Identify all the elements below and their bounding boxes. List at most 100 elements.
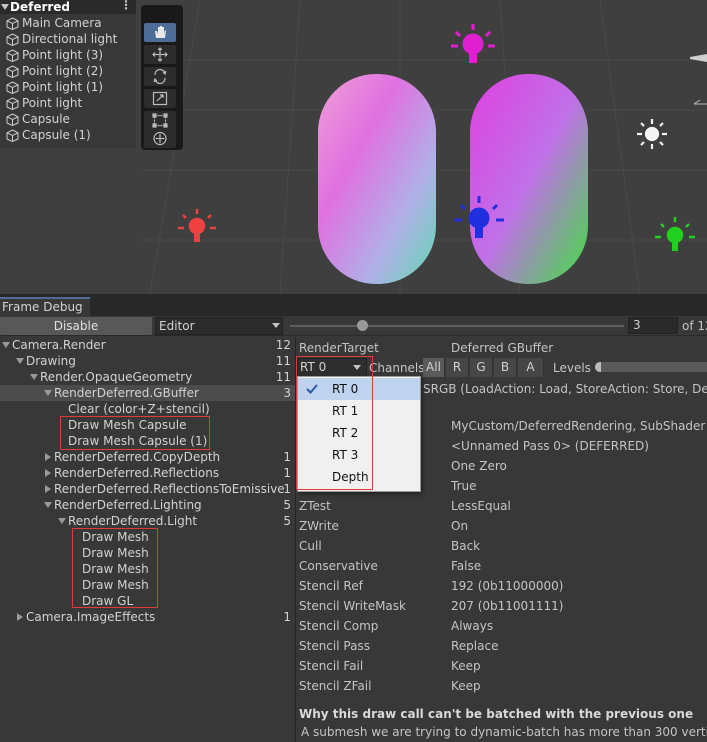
camera-icon[interactable] [686,50,707,66]
foldout-open-icon[interactable] [1,3,9,11]
property-label: Conservative [299,559,378,573]
capsule-left[interactable] [318,74,436,284]
frame-number-field[interactable]: 3 [628,317,678,334]
tree-row[interactable]: RenderDeferred.Light 5 [0,513,296,529]
hierarchy-item[interactable]: Directional light [0,31,136,47]
tree-row-label: RenderDeferred.GBuffer [54,386,199,400]
blend-value: One Zero [451,459,507,473]
hierarchy-item-label: Point light (1) [22,80,104,94]
hierarchy-item[interactable]: Capsule [0,111,136,127]
tree-row[interactable]: Camera.Render 12 [0,337,296,353]
tree-row[interactable]: RenderDeferred.ReflectionsToEmissive 1 [0,481,296,497]
frame-slider-track [290,325,624,327]
foldout-open-icon[interactable] [16,357,24,365]
tree-row[interactable]: Camera.ImageEffects 1 [0,609,296,625]
channel-a-button[interactable]: A [518,358,544,377]
tree-row-label: Camera.ImageEffects [26,610,156,624]
point-light-magenta-icon[interactable] [450,22,496,76]
property-value: Replace [451,639,499,653]
rotate-tool-button[interactable] [144,67,176,86]
property-value: Keep [451,679,481,693]
frame-slider-thumb[interactable] [357,320,368,331]
rect-tool-button[interactable] [144,111,176,130]
foldout-open-icon[interactable] [44,389,52,397]
scale-icon [152,91,168,106]
channel-all-button[interactable]: All [423,358,445,377]
tree-row[interactable]: Drawing 11 [0,353,296,369]
levels-slider[interactable] [595,362,707,372]
foldout-closed-icon[interactable] [16,613,24,621]
kebab-menu-icon[interactable]: ⋮ [120,0,132,12]
hierarchy-item[interactable]: Point light [0,95,136,111]
scale-tool-button[interactable] [144,89,176,108]
foldout-open-icon[interactable] [58,517,66,525]
hierarchy-item[interactable]: Point light (3) [0,47,136,63]
tree-row[interactable]: Clear (color+Z+stencil) [0,401,296,417]
scene-toolbar [141,5,183,150]
tree-row[interactable]: RenderDeferred.Lighting 5 [0,497,296,513]
hierarchy-item[interactable]: Main Camera [0,15,136,31]
render-target-label: RenderTarget [299,341,379,355]
gameobject-cube-icon [6,113,19,126]
foldout-open-icon[interactable] [30,373,38,381]
hierarchy-item-label: Point light (3) [22,48,104,62]
tree-row[interactable]: RenderDeferred.CopyDepth 1 [0,449,296,465]
hierarchy-item[interactable]: Capsule (1) [0,127,136,143]
tree-row-label: RenderDeferred.Light [68,514,198,528]
tree-row-count: 5 [283,498,291,512]
channel-g-button[interactable]: G [470,358,493,377]
tree-row-label: Camera.Render [12,338,106,352]
tab-frame-debug[interactable]: Frame Debug [0,297,90,316]
transform-tool-button[interactable] [144,129,176,148]
foldout-open-icon[interactable] [2,341,10,349]
channel-r-button[interactable]: R [446,358,469,377]
foldout-closed-icon[interactable] [44,469,52,477]
tree-row-count: 5 [283,514,291,528]
dropdown-arrow-icon [272,323,280,328]
levels-label: Levels [553,361,591,375]
point-light-blue-icon[interactable] [452,193,506,247]
point-light-green-icon[interactable] [652,214,698,260]
property-label: Cull [299,539,322,553]
hierarchy-header[interactable]: Deferred ⋮ [0,0,136,14]
hierarchy-item[interactable]: Point light (2) [0,63,136,79]
foldout-closed-icon[interactable] [44,485,52,493]
frame-slider[interactable] [290,319,624,333]
gameobject-cube-icon [6,17,19,30]
channels-label: Channels [369,361,425,375]
rotate-icon [153,69,167,84]
tree-row-count: 1 [283,610,291,624]
hierarchy-panel: Deferred ⋮ Main Camera Directional light P… [0,0,136,148]
foldout-closed-icon[interactable] [44,453,52,461]
capsule-right[interactable] [470,74,588,284]
channel-b-button[interactable]: B [494,358,517,377]
gameobject-cube-icon [6,49,19,62]
tree-row-label: RenderDeferred.CopyDepth [54,450,221,464]
property-label: ZWrite [299,519,339,533]
hand-tool-button[interactable] [144,23,176,42]
target-dropdown[interactable]: Editor [155,317,283,335]
move-tool-button[interactable] [144,45,176,64]
levels-slider-min-handle[interactable] [595,362,601,372]
point-light-red-icon[interactable] [175,206,219,250]
highlight-rt-selector [296,356,373,490]
tree-row[interactable]: RenderDeferred.Reflections 1 [0,465,296,481]
tree-row-count: 11 [275,370,291,384]
gameobject-cube-icon [6,81,19,94]
property-value: LessEqual [451,499,511,513]
disable-button[interactable]: Disable [0,317,152,335]
hierarchy-scene-title: Deferred [10,0,71,14]
hierarchy-item[interactable]: Point light (1) [0,79,136,95]
property-value: Keep [451,659,481,673]
directional-light-icon[interactable] [634,116,670,152]
tree-row[interactable]: RenderDeferred.GBuffer 3 [0,385,296,401]
property-label: Stencil Fail [299,659,364,673]
tree-row-label: Clear (color+Z+stencil) [68,402,210,416]
foldout-open-icon[interactable] [44,501,52,509]
tree-row[interactable]: Render.OpaqueGeometry 11 [0,369,296,385]
render-target-value: Deferred GBuffer [451,341,554,355]
highlight-gbuffer-draws [60,416,210,450]
property-label: Stencil Pass [299,639,370,653]
tree-row-count: 3 [283,386,291,400]
property-value: Always [451,619,494,633]
